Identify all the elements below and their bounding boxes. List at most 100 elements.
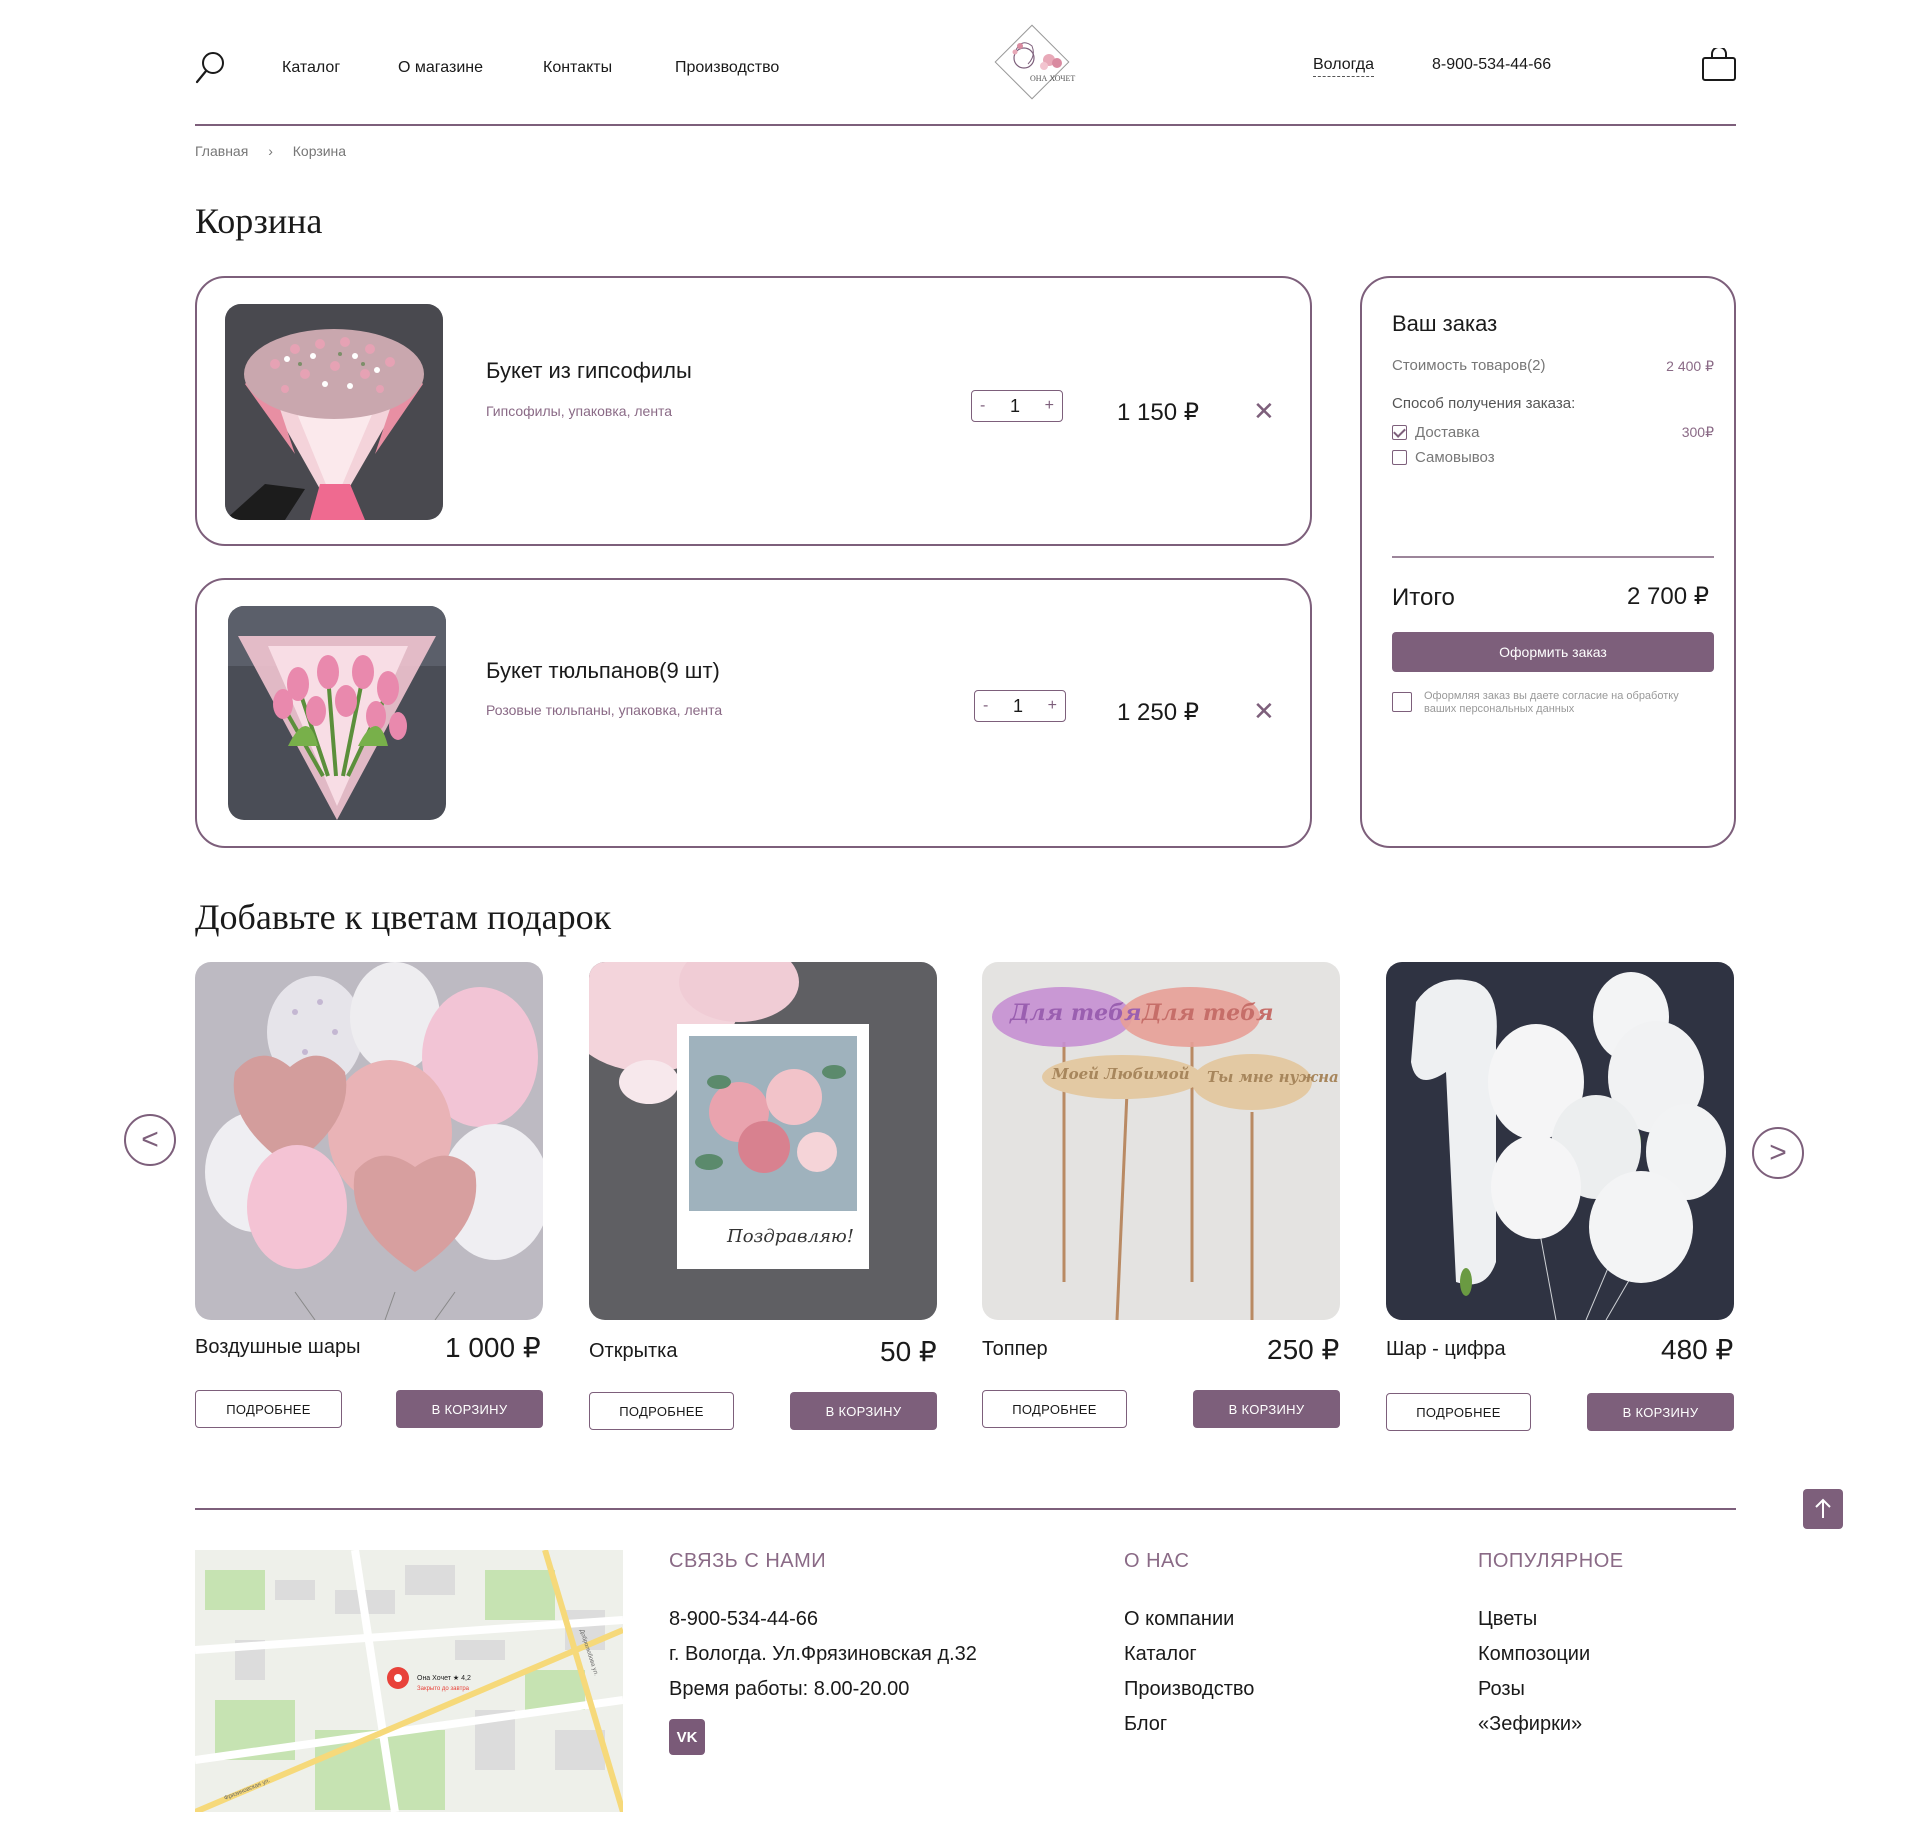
chevron-right-icon: ›	[268, 143, 273, 159]
gift-name[interactable]: Шар - цифра	[1386, 1338, 1506, 1361]
header-divider	[195, 124, 1736, 126]
map-place-label: Она Хочет ★ 4,2	[417, 1674, 471, 1682]
cart-item: Букет тюльпанов(9 шт) Розовые тюльпаны, …	[195, 578, 1312, 848]
delivery-label[interactable]: Доставка	[1415, 424, 1479, 441]
header-phone[interactable]: 8-900-534-44-66	[1432, 56, 1551, 74]
quantity-value[interactable]: 1	[1013, 696, 1023, 717]
breadcrumb: Главная › Корзина	[195, 143, 346, 159]
gift-balloons-image[interactable]	[195, 962, 543, 1320]
gift-name[interactable]: Открытка	[589, 1340, 677, 1363]
goods-cost-label: Стоимость товаров(2)	[1392, 357, 1546, 374]
pickup-checkbox[interactable]	[1392, 450, 1407, 465]
consent: Оформляя заказ вы даете согласие на обра…	[1392, 690, 1679, 716]
remove-item-button[interactable]: ✕	[1253, 696, 1275, 727]
topper-text: Моей Любимой	[1052, 1065, 1190, 1083]
vk-icon[interactable]: VK	[669, 1719, 705, 1755]
gift-topper-image[interactable]: Для тебя Для тебя Моей Любимой Ты мне ну…	[982, 962, 1340, 1320]
chevron-left-icon: <	[141, 1123, 159, 1156]
increment-button[interactable]: +	[1045, 397, 1054, 415]
card-greeting-text: Поздравляю!	[727, 1226, 854, 1247]
map-place-status: Закрыто до завтра	[417, 1686, 470, 1692]
topper-text: Для тебя	[1010, 1000, 1142, 1026]
add-to-cart-button[interactable]: В КОРЗИНУ	[1193, 1390, 1340, 1428]
nav-contacts[interactable]: Контакты	[543, 59, 612, 77]
details-button[interactable]: ПОДРОБНЕЕ	[195, 1390, 342, 1428]
gift-name[interactable]: Воздушные шары	[195, 1336, 360, 1359]
consent-text-line: ваших персональных данных	[1424, 703, 1575, 715]
goods-cost-value: 2 400 ₽	[1666, 358, 1714, 374]
consent-text-line: Оформляя заказ вы даете согласие на обра…	[1424, 690, 1679, 702]
gift-name[interactable]: Топпер	[982, 1338, 1048, 1361]
footer-link-compositions[interactable]: Композоции	[1478, 1643, 1590, 1666]
quantity-stepper[interactable]: - 1 +	[971, 390, 1063, 422]
decrement-button[interactable]: -	[980, 397, 985, 415]
footer-link-company[interactable]: О компании	[1124, 1608, 1234, 1631]
scroll-to-top-button[interactable]	[1803, 1489, 1843, 1529]
summary-title: Ваш заказ	[1392, 311, 1498, 336]
total-value: 2 700 ₽	[1627, 583, 1709, 610]
quantity-stepper[interactable]: - 1 +	[974, 690, 1066, 722]
footer-divider	[195, 1508, 1736, 1510]
delivery-method-label: Способ получения заказа:	[1392, 395, 1576, 412]
location-map[interactable]: Она Хочет ★ 4,2 Закрыто до завтра Фрязин…	[195, 1550, 623, 1812]
quantity-value[interactable]: 1	[1010, 396, 1020, 417]
footer-hours: Время работы: 8.00-20.00	[669, 1678, 910, 1700]
breadcrumb-current: Корзина	[292, 143, 347, 159]
footer-link-roses[interactable]: Розы	[1478, 1678, 1525, 1701]
pickup-label[interactable]: Самовывоз	[1415, 449, 1495, 466]
gift-price: 50 ₽	[880, 1336, 937, 1367]
increment-button[interactable]: +	[1048, 697, 1057, 715]
footer-link-catalog[interactable]: Каталог	[1124, 1643, 1197, 1666]
footer-link-zefirki[interactable]: «Зефирки»	[1478, 1713, 1582, 1736]
contact-heading: СВЯЗЬ С НАМИ	[669, 1550, 827, 1572]
bouquet-gypsophila-image	[225, 304, 443, 520]
gift-card-image[interactable]: Поздравляю!	[589, 962, 937, 1320]
decrement-button[interactable]: -	[983, 697, 988, 715]
arrow-up-icon	[1815, 1498, 1831, 1518]
nav-about[interactable]: О магазине	[398, 59, 483, 77]
delivery-checkbox[interactable]	[1392, 425, 1407, 440]
footer-link-production[interactable]: Производство	[1124, 1678, 1254, 1701]
gift-price: 480 ₽	[1661, 1334, 1734, 1365]
search-icon[interactable]	[195, 50, 225, 84]
gifts-section-title: Добавьте к цветам подарок	[195, 897, 612, 937]
details-button[interactable]: ПОДРОБНЕЕ	[1386, 1393, 1531, 1431]
nav-catalog[interactable]: Каталог	[282, 59, 340, 77]
item-description: Розовые тюльпаны, упаковка, лента	[486, 702, 723, 718]
city-selector[interactable]: Вологда	[1313, 56, 1374, 77]
item-name[interactable]: Букет тюльпанов(9 шт)	[486, 658, 720, 684]
page-title: Корзина	[195, 201, 323, 241]
gift-number-balloon-image[interactable]	[1386, 962, 1734, 1320]
topper-text: Для тебя	[1142, 1000, 1274, 1026]
logo-text: ОНА ХОЧЕТ	[1030, 74, 1076, 83]
logo[interactable]: ОНА ХОЧЕТ	[984, 20, 1080, 110]
item-name[interactable]: Букет из гипсофилы	[486, 358, 692, 384]
footer-link-blog[interactable]: Блог	[1124, 1713, 1167, 1736]
add-to-cart-button[interactable]: В КОРЗИНУ	[1587, 1393, 1734, 1431]
about-heading: О НАС	[1124, 1550, 1190, 1572]
footer-link-flowers[interactable]: Цветы	[1478, 1608, 1537, 1631]
add-to-cart-button[interactable]: В КОРЗИНУ	[790, 1392, 937, 1430]
cart-item: Букет из гипсофилы Гипсофилы, упаковка, …	[195, 276, 1312, 546]
consent-checkbox[interactable]	[1392, 692, 1412, 712]
cart-icon[interactable]	[1701, 46, 1737, 82]
nav-production[interactable]: Производство	[675, 59, 779, 77]
delivery-option[interactable]: Доставка	[1392, 424, 1479, 441]
bouquet-tulips-image	[228, 606, 446, 820]
add-to-cart-button[interactable]: В КОРЗИНУ	[396, 1390, 543, 1428]
details-button[interactable]: ПОДРОБНЕЕ	[982, 1390, 1127, 1428]
pickup-option[interactable]: Самовывоз	[1392, 449, 1495, 466]
checkout-button[interactable]: Оформить заказ	[1392, 632, 1714, 672]
chevron-right-icon: >	[1769, 1136, 1787, 1169]
footer-address: г. Вологда. Ул.Фрязиновская д.32	[669, 1643, 977, 1665]
remove-item-button[interactable]: ✕	[1253, 396, 1275, 427]
popular-heading: ПОПУЛЯРНОЕ	[1478, 1550, 1624, 1572]
breadcrumb-home[interactable]: Главная	[195, 143, 248, 159]
summary-divider	[1392, 556, 1714, 558]
details-button[interactable]: ПОДРОБНЕЕ	[589, 1392, 734, 1430]
carousel-next-button[interactable]: >	[1752, 1127, 1804, 1179]
item-price: 1 250 ₽	[1117, 699, 1199, 726]
carousel-prev-button[interactable]: <	[124, 1114, 176, 1166]
footer-phone[interactable]: 8-900-534-44-66	[669, 1608, 818, 1631]
topper-text: Ты мне нужна	[1207, 1068, 1339, 1086]
